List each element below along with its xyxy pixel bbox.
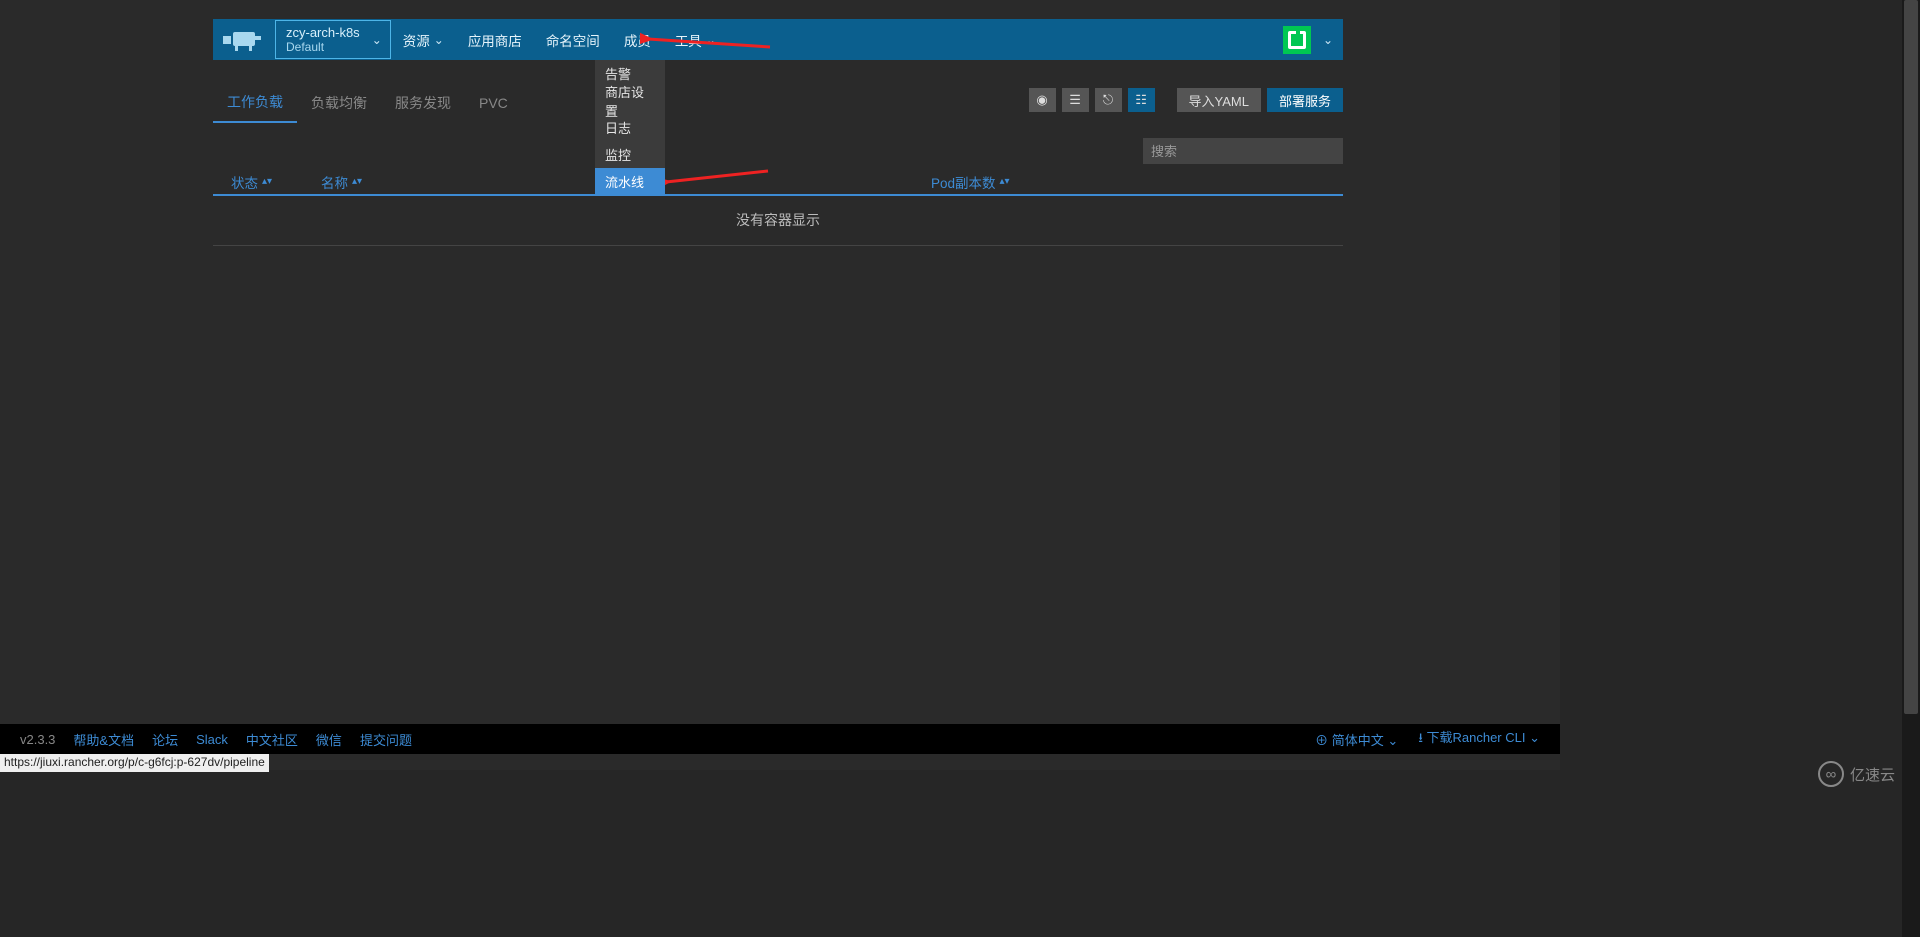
action-pause-icon[interactable]: ◉ bbox=[1029, 88, 1056, 112]
sort-icon: ▴▾ bbox=[1000, 179, 1010, 185]
dropdown-store-settings[interactable]: 商店设置 bbox=[595, 87, 665, 114]
user-menu[interactable]: ⌄ bbox=[1283, 26, 1343, 54]
deploy-button[interactable]: 部署服务 bbox=[1267, 88, 1343, 112]
search-input[interactable] bbox=[1143, 138, 1343, 164]
action-list-icon[interactable]: ☰ bbox=[1062, 88, 1089, 112]
footer-cn-community[interactable]: 中文社区 bbox=[246, 730, 298, 749]
header-bar: zcy-arch-k8s Default ⌄ 资源⌄ 应用商店 命名空间 成员 … bbox=[213, 19, 1343, 60]
nav-resources[interactable]: 资源⌄ bbox=[391, 19, 456, 60]
avatar bbox=[1283, 26, 1311, 54]
col-pod[interactable]: Pod副本数▴▾ bbox=[931, 172, 1010, 192]
rancher-logo[interactable] bbox=[213, 19, 273, 60]
footer-slack[interactable]: Slack bbox=[196, 732, 228, 747]
table-empty: 没有容器显示 bbox=[213, 210, 1343, 246]
action-row: ◉ ☰ ⎋ ☷ 导入YAML 部署服务 bbox=[213, 88, 1343, 112]
nav-members[interactable]: 成员 bbox=[612, 19, 663, 60]
dropdown-pipeline[interactable]: 流水线 bbox=[595, 168, 665, 195]
action-tree-icon[interactable]: ☷ bbox=[1128, 88, 1155, 112]
footer-forum[interactable]: 论坛 bbox=[152, 730, 178, 749]
globe-icon: ⊕ bbox=[1315, 733, 1332, 748]
nav-namespace[interactable]: 命名空间 bbox=[534, 19, 612, 60]
footer-version: v2.3.3 bbox=[20, 732, 55, 747]
cluster-selector[interactable]: zcy-arch-k8s Default ⌄ bbox=[275, 20, 391, 59]
scrollbar[interactable] bbox=[1902, 0, 1920, 937]
table-header: 状态▴▾ 名称▴▾ Pod副本数▴▾ bbox=[213, 170, 1343, 196]
footer-wechat[interactable]: 微信 bbox=[316, 730, 342, 749]
watermark: ∞ 亿速云 bbox=[1818, 761, 1895, 787]
search-row bbox=[213, 138, 1343, 164]
cluster-sub: Default bbox=[286, 40, 360, 54]
footer: v2.3.3 帮助&文档 论坛 Slack 中文社区 微信 提交问题 ⊕ 简体中… bbox=[0, 724, 1560, 754]
top-nav: 资源⌄ 应用商店 命名空间 成员 工具⌄ bbox=[391, 19, 728, 60]
col-status[interactable]: 状态▴▾ bbox=[231, 172, 321, 192]
tools-dropdown: 告警 商店设置 日志 监控 流水线 bbox=[595, 60, 665, 195]
cluster-name: zcy-arch-k8s bbox=[286, 25, 360, 41]
cloud-icon: ∞ bbox=[1818, 761, 1844, 787]
sort-icon: ▴▾ bbox=[352, 179, 362, 185]
action-download-icon[interactable]: ⎋ bbox=[1095, 88, 1122, 112]
chevron-down-icon: ⌄ bbox=[706, 33, 716, 47]
footer-submit-issue[interactable]: 提交问题 bbox=[360, 730, 412, 749]
chevron-down-icon: ⌄ bbox=[434, 33, 444, 47]
footer-help[interactable]: 帮助&文档 bbox=[73, 730, 134, 749]
scrollbar-thumb[interactable] bbox=[1904, 0, 1918, 714]
chevron-down-icon: ⌄ bbox=[372, 33, 382, 47]
browser-status-bar: https://jiuxi.rancher.org/p/c-g6fcj:p-62… bbox=[0, 754, 269, 772]
main-area: zcy-arch-k8s Default ⌄ 资源⌄ 应用商店 命名空间 成员 … bbox=[0, 0, 1560, 770]
download-icon: ⭳ bbox=[1418, 730, 1426, 745]
nav-app-store[interactable]: 应用商店 bbox=[456, 19, 534, 60]
footer-language[interactable]: ⊕ 简体中文 ⌄ bbox=[1315, 730, 1398, 749]
dropdown-monitor[interactable]: 监控 bbox=[595, 141, 665, 168]
chevron-down-icon: ⌄ bbox=[1323, 33, 1333, 47]
import-yaml-button[interactable]: 导入YAML bbox=[1177, 88, 1261, 112]
footer-download-cli[interactable]: ⭳ 下载Rancher CLI ⌄ bbox=[1418, 727, 1540, 751]
chevron-down-icon: ⌄ bbox=[1384, 733, 1399, 748]
nav-tools[interactable]: 工具⌄ bbox=[663, 19, 728, 60]
chevron-down-icon: ⌄ bbox=[1525, 730, 1540, 745]
sort-icon: ▴▾ bbox=[262, 179, 272, 185]
